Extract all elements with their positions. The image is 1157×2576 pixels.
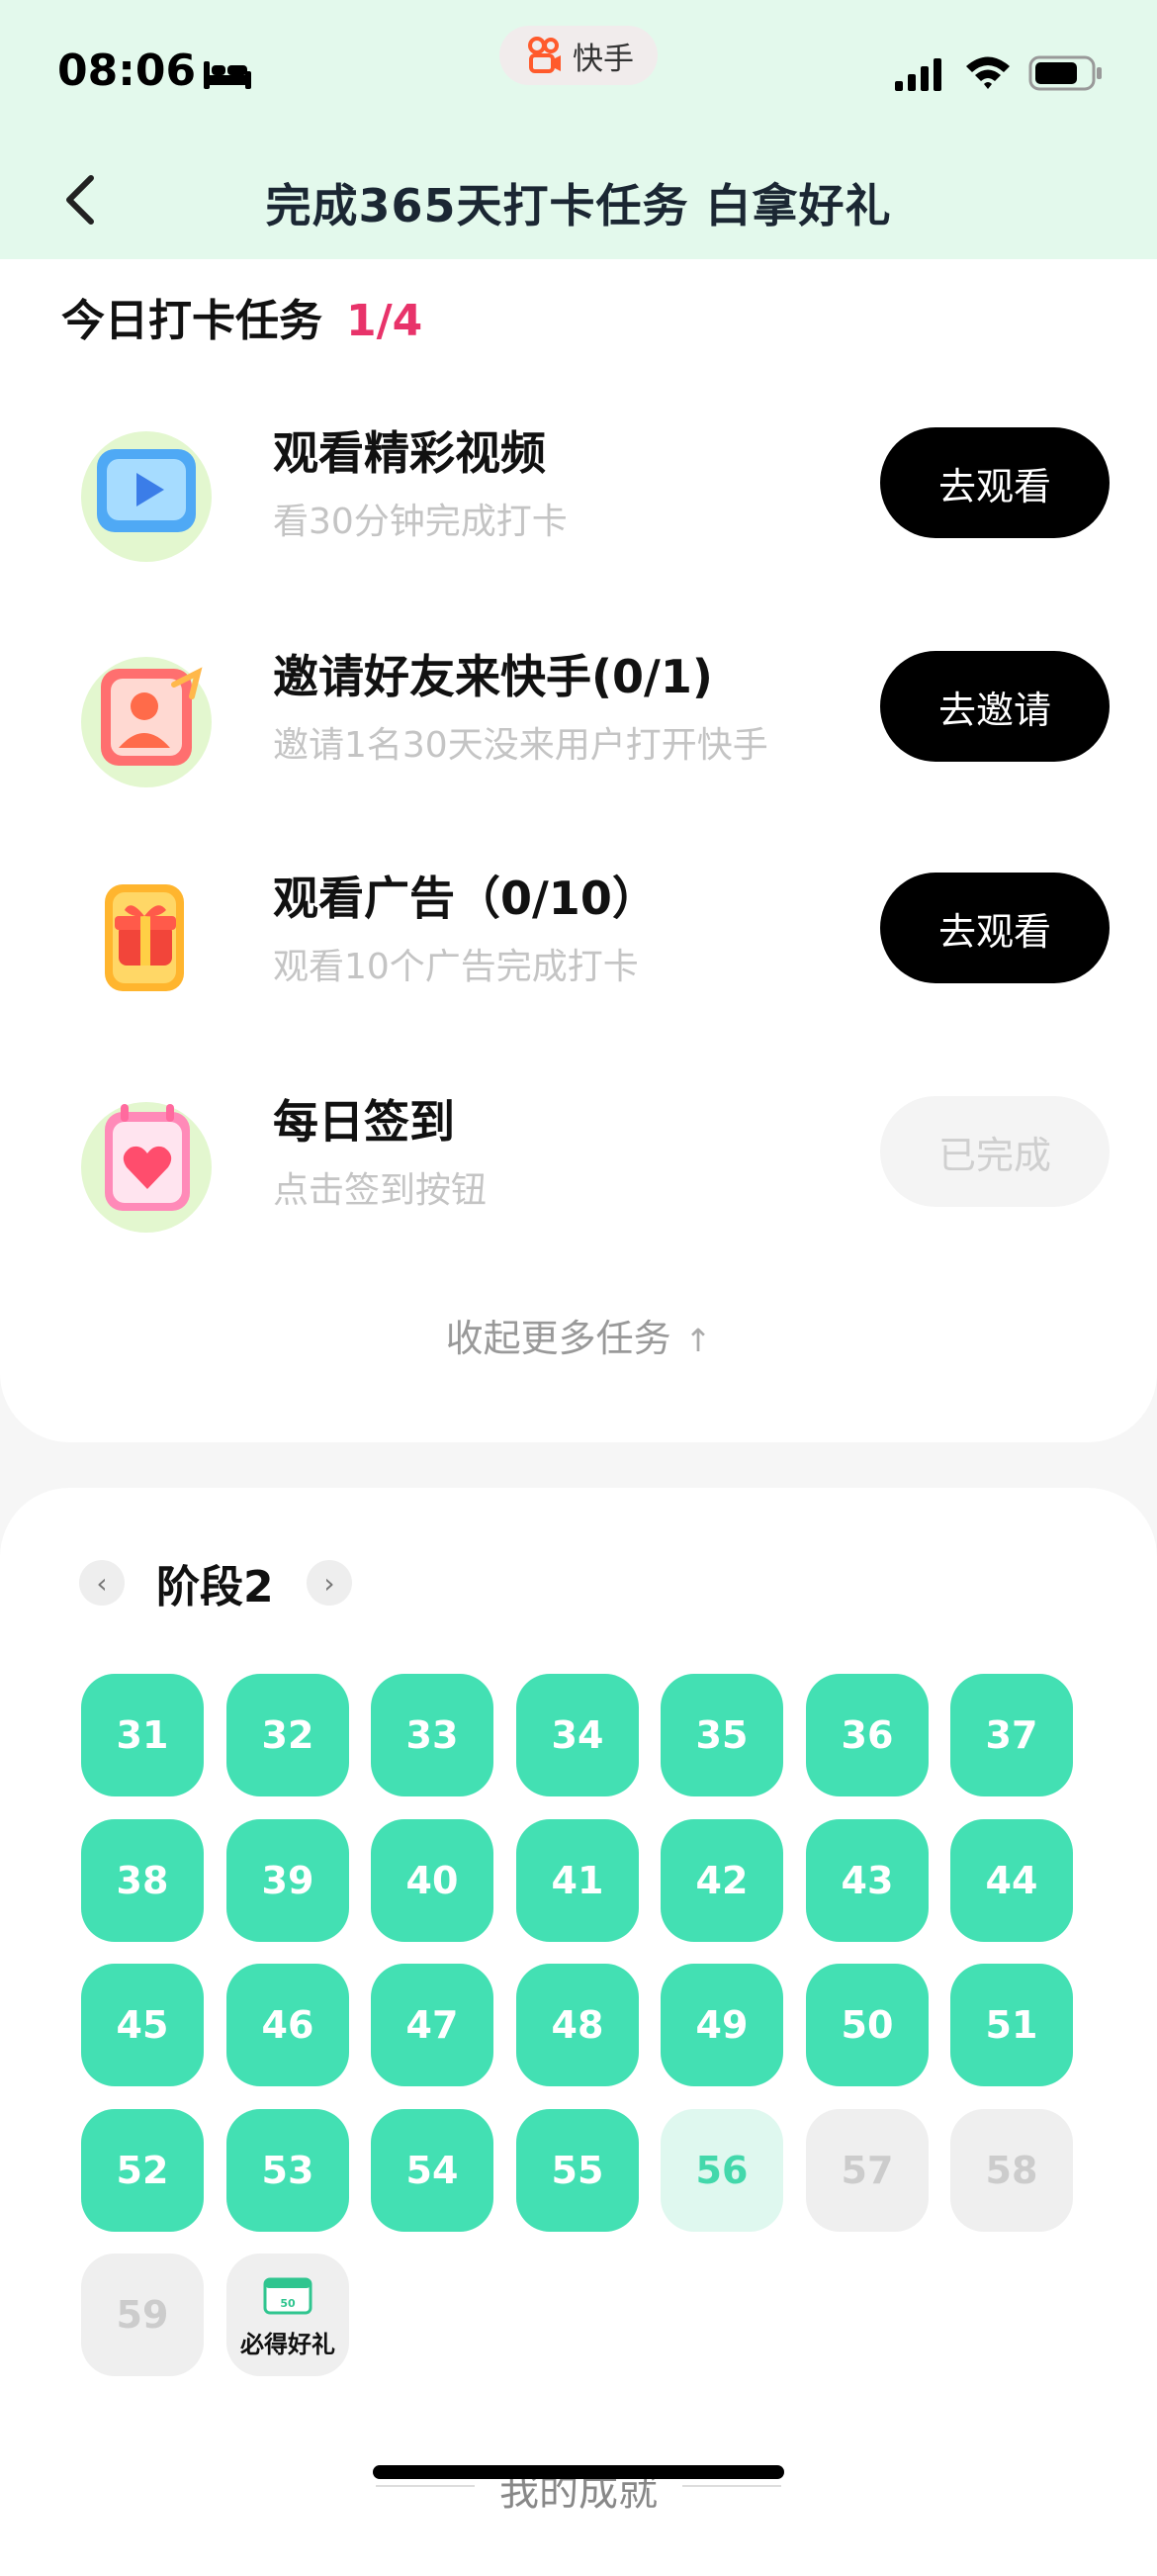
gift-badge-value: 50	[280, 2297, 296, 2310]
reward-coupon-icon: 50	[263, 2277, 312, 2314]
day-cell-upcoming[interactable]: 59	[81, 2254, 204, 2376]
task-subtitle: 点击签到按钮	[273, 1170, 488, 1211]
invite-friend-icon	[81, 657, 212, 787]
collapse-label: 收起更多任务	[445, 1317, 671, 1360]
day-cell-current[interactable]: 56	[661, 2109, 783, 2232]
kuaishou-logo-icon	[528, 37, 561, 73]
task-item-watch-ads: 观看广告（0/10） 观看10个广告完成打卡 去观看	[0, 863, 1157, 1031]
invite-friend-button[interactable]: 去邀请	[880, 651, 1110, 762]
collapse-more-tasks[interactable]: 收起更多任务 ↑	[0, 1308, 1157, 1362]
day-cell-done[interactable]: 36	[806, 1674, 929, 1796]
day-cell-done[interactable]: 35	[661, 1674, 783, 1796]
day-cell-done[interactable]: 44	[950, 1819, 1073, 1942]
watch-ads-button[interactable]: 去观看	[880, 873, 1110, 983]
day-cell-done[interactable]: 37	[950, 1674, 1073, 1796]
day-cell-done[interactable]: 33	[371, 1674, 493, 1796]
gift-box-icon	[105, 884, 184, 991]
tasks-title-text: 今日打卡任务	[61, 296, 322, 346]
day-cell-done[interactable]: 40	[371, 1819, 493, 1942]
page-title: 完成365天打卡任务 白拿好礼	[265, 179, 892, 232]
heart-calendar-icon	[81, 1102, 212, 1233]
day-cell-done[interactable]: 41	[516, 1819, 639, 1942]
day-cell-done[interactable]: 46	[226, 1964, 349, 2086]
wifi-icon	[966, 56, 1010, 89]
app-name: 快手	[573, 41, 634, 77]
stage-title: 阶段2	[156, 1562, 274, 1612]
day-cell-done[interactable]: 51	[950, 1964, 1073, 2086]
gift-reward-cell[interactable]: 50 必得好礼	[226, 2254, 349, 2376]
day-cell-done[interactable]: 53	[226, 2109, 349, 2232]
home-indicator	[373, 2465, 784, 2479]
next-stage-chevron-icon[interactable]: ›	[307, 1560, 352, 1606]
task-title: 观看广告（0/10）	[273, 872, 658, 925]
app-return-pill[interactable]: 快手	[499, 26, 658, 85]
day-cell-done[interactable]: 42	[661, 1819, 783, 1942]
status-time: 08:06	[57, 46, 197, 96]
task-title: 每日签到	[273, 1095, 455, 1149]
back-arrow-icon[interactable]	[61, 170, 101, 230]
divider	[682, 2485, 781, 2487]
task-item-daily-checkin: 每日签到 点击签到按钮 已完成	[0, 1086, 1157, 1254]
day-cell-done[interactable]: 50	[806, 1964, 929, 2086]
day-cell-done[interactable]: 39	[226, 1819, 349, 1942]
tasks-section-title: 今日打卡任务 1/4	[61, 285, 422, 348]
day-cell-done[interactable]: 34	[516, 1674, 639, 1796]
task-item-invite-friend: 邀请好友来快手(0/1) 邀请1名30天没来用户打开快手 去邀请	[0, 641, 1157, 809]
checkin-completed-button[interactable]: 已完成	[880, 1096, 1110, 1207]
day-cell-done[interactable]: 48	[516, 1964, 639, 2086]
day-cell-done[interactable]: 32	[226, 1674, 349, 1796]
day-cell-done[interactable]: 47	[371, 1964, 493, 2086]
battery-icon	[1028, 55, 1102, 91]
task-subtitle: 邀请1名30天没来用户打开快手	[273, 725, 768, 766]
day-cell-done[interactable]: 45	[81, 1964, 204, 2086]
cellular-signal-icon	[895, 58, 941, 91]
day-cell-done[interactable]: 54	[371, 2109, 493, 2232]
day-cell-done[interactable]: 38	[81, 1819, 204, 1942]
video-play-icon	[81, 431, 212, 562]
arrow-up-icon: ↑	[684, 1322, 712, 1359]
day-cell-done[interactable]: 52	[81, 2109, 204, 2232]
prev-stage-chevron-icon[interactable]: ‹	[79, 1560, 125, 1606]
day-cell-done[interactable]: 31	[81, 1674, 204, 1796]
sleep-focus-icon	[204, 61, 251, 89]
day-cell-done[interactable]: 55	[516, 2109, 639, 2232]
day-cell-done[interactable]: 43	[806, 1819, 929, 1942]
task-title: 观看精彩视频	[273, 426, 546, 480]
day-cell-done[interactable]: 49	[661, 1964, 783, 2086]
task-item-watch-video: 观看精彩视频 看30分钟完成打卡 去观看	[0, 417, 1157, 586]
watch-video-button[interactable]: 去观看	[880, 427, 1110, 538]
tasks-progress-count: 1/4	[346, 296, 423, 346]
task-subtitle: 看30分钟完成打卡	[273, 502, 568, 542]
task-subtitle: 观看10个广告完成打卡	[273, 947, 639, 987]
day-cell-upcoming[interactable]: 57	[806, 2109, 929, 2232]
day-cell-upcoming[interactable]: 58	[950, 2109, 1073, 2232]
task-title: 邀请好友来快手(0/1)	[273, 650, 713, 703]
gift-label: 必得好礼	[240, 2330, 335, 2358]
